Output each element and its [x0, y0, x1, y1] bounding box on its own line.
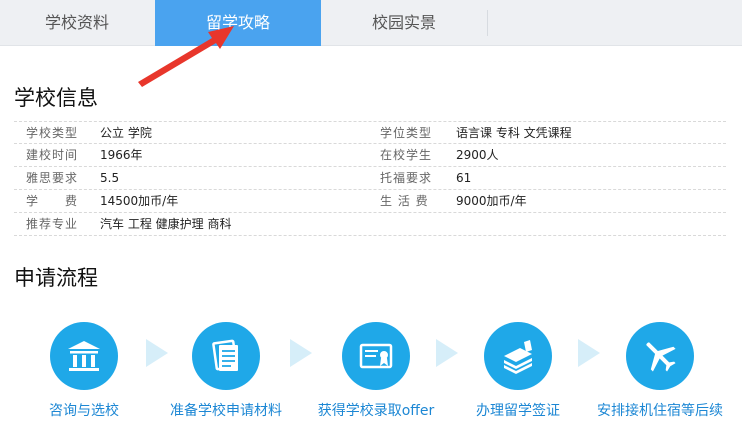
- document-icon: [212, 339, 238, 371]
- info-label: 学 费: [26, 194, 79, 208]
- step-circle: [626, 322, 694, 390]
- step-circle: [192, 322, 260, 390]
- info-row: 雅思要求 5.5 托福要求 61: [14, 167, 726, 190]
- info-label: 建校时间: [26, 148, 79, 162]
- info-label: 推荐专业: [26, 217, 79, 231]
- info-value: 2900人: [456, 148, 499, 162]
- school-info-table: 学校类型 公立 学院 学位类型 语言课 专科 文凭课程 建校时间 1966年 在…: [14, 121, 726, 236]
- step-label: 安排接机住宿等后续: [597, 403, 723, 419]
- step-label: 咨询与选校: [49, 403, 119, 419]
- info-value: 公立 学院: [100, 126, 152, 140]
- red-arrow-annotation: [138, 26, 234, 87]
- step-label: 准备学校申请材料: [170, 403, 282, 419]
- info-value: 14500加币/年: [100, 194, 179, 208]
- info-row: 学 费 14500加币/年 生 活 费 9000加币/年: [14, 190, 726, 213]
- info-row: 学校类型 公立 学院 学位类型 语言课 专科 文凭课程: [14, 121, 726, 144]
- info-value: 汽车 工程 健康护理 商科: [100, 217, 232, 231]
- process-step-arrival: 安排接机住宿等后续: [590, 322, 730, 420]
- step-circle: [342, 322, 410, 390]
- info-value: 语言课 专科 文凭课程: [456, 126, 572, 140]
- process-title: 申请流程: [14, 266, 98, 290]
- info-value: 9000加币/年: [456, 194, 527, 208]
- info-label: 学校类型: [26, 126, 79, 140]
- info-label: 在校学生: [380, 148, 433, 162]
- tab-divider: [487, 10, 488, 36]
- info-row: 推荐专业 汽车 工程 健康护理 商科: [14, 213, 726, 236]
- process-step-materials: 准备学校申请材料: [156, 322, 296, 420]
- info-label: 雅思要求: [26, 171, 79, 185]
- step-label: 办理留学签证: [476, 403, 560, 419]
- info-value: 1966年: [100, 148, 143, 162]
- process-step-offer: 获得学校录取offer: [306, 322, 446, 420]
- info-value: 61: [456, 171, 472, 185]
- books-icon: [504, 340, 532, 374]
- process-step-visa: 办理留学签证: [448, 322, 588, 420]
- step-label: 获得学校录取offer: [317, 403, 435, 419]
- airplane-icon: [646, 342, 676, 372]
- info-label: 生 活 费: [380, 194, 429, 208]
- building-icon: [68, 341, 100, 371]
- tab-bar: 学校资料 留学攻略 校园实景: [0, 0, 742, 46]
- step-circle: [50, 322, 118, 390]
- info-row: 建校时间 1966年 在校学生 2900人: [14, 144, 726, 167]
- info-value: 5.5: [100, 171, 120, 185]
- step-circle: [484, 322, 552, 390]
- certificate-icon: [359, 343, 393, 369]
- school-info-title: 学校信息: [14, 86, 98, 110]
- tab-campus-view[interactable]: 校园实景: [321, 0, 487, 46]
- process-step-consult: 咨询与选校: [14, 322, 154, 420]
- info-label: 托福要求: [380, 171, 433, 185]
- info-label: 学位类型: [380, 126, 433, 140]
